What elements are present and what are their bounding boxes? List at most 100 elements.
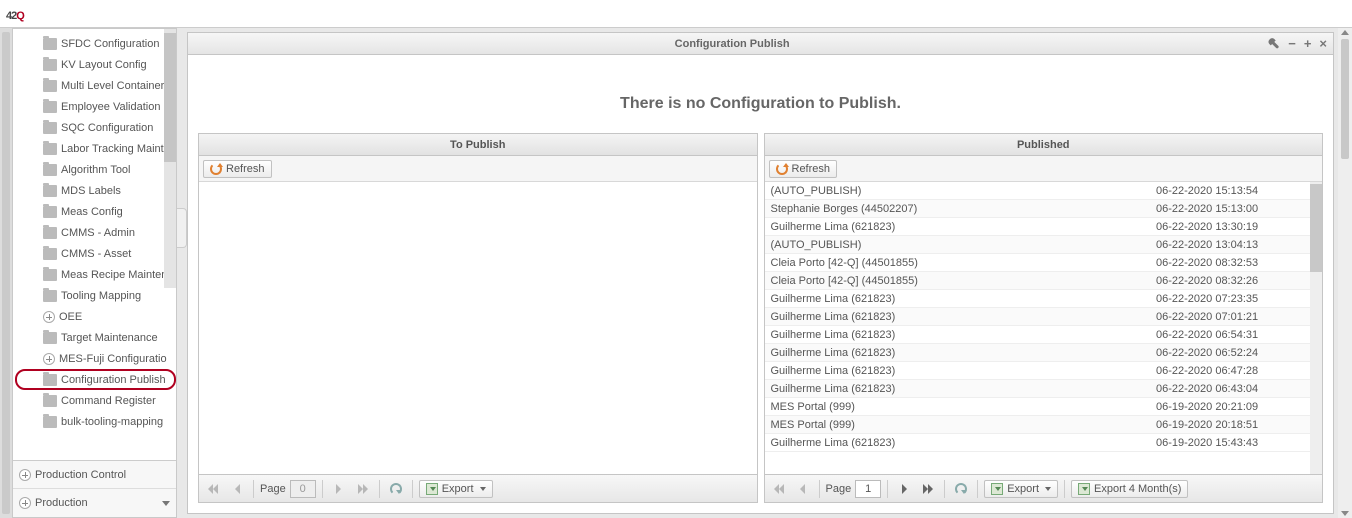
nav-item-sqc-configuration[interactable]: SQC Configuration: [15, 117, 176, 138]
nav-item-label: bulk-tooling-mapping: [61, 416, 163, 428]
wrench-icon[interactable]: [1268, 36, 1282, 50]
nav-item-meas-recipe-maintena[interactable]: Meas Recipe Maintena: [15, 264, 176, 285]
cell-timestamp: 06-22-2020 13:04:13: [1156, 239, 1316, 251]
main-panel: Configuration Publish − + × There is no …: [187, 32, 1334, 514]
page-input[interactable]: [290, 480, 316, 498]
nav-item-label: Target Maintenance: [61, 332, 158, 344]
last-page-button[interactable]: [918, 479, 938, 499]
nav-item-label: OEE: [59, 311, 82, 323]
table-row[interactable]: (AUTO_PUBLISH)06-22-2020 15:13:54: [765, 182, 1323, 200]
nav-item-label: Meas Config: [61, 206, 123, 218]
page-input[interactable]: [855, 480, 881, 498]
nav-item-label: CMMS - Admin: [61, 227, 135, 239]
caret-down-icon: [162, 501, 170, 506]
nav-item-cmms-asset[interactable]: CMMS - Asset: [15, 243, 176, 264]
plus-icon: [43, 311, 55, 323]
table-row[interactable]: MES Portal (999)06-19-2020 20:21:09: [765, 398, 1323, 416]
grid-body: [199, 182, 757, 474]
folder-icon: [43, 164, 57, 176]
nav-item-labor-tracking-mainte[interactable]: Labor Tracking Mainte: [15, 138, 176, 159]
prev-page-button[interactable]: [227, 479, 247, 499]
folder-icon: [43, 143, 57, 155]
next-page-button[interactable]: [329, 479, 349, 499]
grid-footer: Page Export: [199, 474, 757, 502]
table-row[interactable]: Cleia Porto [42-Q] (44501855)06-22-2020 …: [765, 254, 1323, 272]
table-row[interactable]: Guilherme Lima (621823)06-22-2020 06:54:…: [765, 326, 1323, 344]
table-row[interactable]: (AUTO_PUBLISH)06-22-2020 13:04:13: [765, 236, 1323, 254]
table-row[interactable]: MES Portal (999)06-19-2020 20:18:51: [765, 416, 1323, 434]
page-label: Page: [260, 483, 286, 495]
nav-item-target-maintenance[interactable]: Target Maintenance: [15, 327, 176, 348]
nav-item-bulk-tooling-mapping[interactable]: bulk-tooling-mapping: [15, 411, 176, 432]
last-page-button[interactable]: [353, 479, 373, 499]
nav-item-sfdc-configuration[interactable]: SFDC Configuration: [15, 33, 176, 54]
folder-icon: [43, 416, 57, 428]
minimize-button[interactable]: −: [1288, 37, 1296, 50]
table-row[interactable]: Guilherme Lima (621823)06-22-2020 07:23:…: [765, 290, 1323, 308]
table-row[interactable]: Cleia Porto [42-Q] (44501855)06-22-2020 …: [765, 272, 1323, 290]
sidebar: SFDC Configuration KV Layout Config Multi …: [12, 28, 177, 518]
folder-icon: [43, 185, 57, 197]
nav-item-cmms-admin[interactable]: CMMS - Admin: [15, 222, 176, 243]
refresh-button[interactable]: Refresh: [769, 160, 838, 178]
to-publish-grid: To Publish Refresh Page: [198, 133, 758, 503]
table-row[interactable]: Guilherme Lima (621823)06-22-2020 06:43:…: [765, 380, 1323, 398]
cell-timestamp: 06-22-2020 06:47:28: [1156, 365, 1316, 377]
prev-page-button[interactable]: [793, 479, 813, 499]
nav-item-command-register[interactable]: Command Register: [15, 390, 176, 411]
tree-scrollbar[interactable]: [164, 29, 176, 288]
export-button[interactable]: Export: [419, 480, 493, 498]
table-row[interactable]: Guilherme Lima (621823)06-22-2020 13:30:…: [765, 218, 1323, 236]
nav-item-multi-level-container[interactable]: Multi Level Container: [15, 75, 176, 96]
nav-item-oee[interactable]: OEE: [15, 306, 176, 327]
nav-item-kv-layout-config[interactable]: KV Layout Config: [15, 54, 176, 75]
maximize-button[interactable]: +: [1304, 37, 1312, 50]
nav-item-label: KV Layout Config: [61, 59, 147, 71]
close-button[interactable]: ×: [1319, 37, 1327, 50]
table-row[interactable]: Guilherme Lima (621823)06-22-2020 07:01:…: [765, 308, 1323, 326]
folder-icon: [43, 206, 57, 218]
plus-icon: [19, 469, 31, 481]
nav-item-label: Meas Recipe Maintena: [61, 269, 174, 281]
first-page-button[interactable]: [769, 479, 789, 499]
sidebar-collapse-handle[interactable]: [177, 28, 187, 518]
grid-scrollbar[interactable]: [1310, 182, 1322, 474]
nav-item-mds-labels[interactable]: MDS Labels: [15, 180, 176, 201]
reload-icon: [390, 483, 402, 495]
sidebar-footer-production-control[interactable]: Production Control: [13, 461, 176, 489]
next-page-button[interactable]: [894, 479, 914, 499]
cell-timestamp: 06-19-2020 20:21:09: [1156, 401, 1316, 413]
folder-icon: [43, 227, 57, 239]
export-icon: [426, 483, 438, 495]
export-4-months-button[interactable]: Export 4 Month(s): [1071, 480, 1188, 498]
refresh-button[interactable]: Refresh: [203, 160, 272, 178]
nav-item-configuration-publish[interactable]: Configuration Publish: [15, 369, 176, 390]
table-row[interactable]: Guilherme Lima (621823)06-22-2020 06:47:…: [765, 362, 1323, 380]
nav-tree: SFDC Configuration KV Layout Config Multi …: [13, 29, 176, 460]
nav-item-employee-validation-c[interactable]: Employee Validation C: [15, 96, 176, 117]
top-bar: 42Q: [0, 0, 1352, 28]
table-row[interactable]: Guilherme Lima (621823)06-22-2020 06:52:…: [765, 344, 1323, 362]
table-row[interactable]: Stephanie Borges (44502207)06-22-2020 15…: [765, 200, 1323, 218]
nav-item-tooling-mapping[interactable]: Tooling Mapping: [15, 285, 176, 306]
folder-icon: [43, 38, 57, 50]
folder-icon: [43, 374, 57, 386]
reload-icon: [955, 483, 967, 495]
folder-icon: [43, 59, 57, 71]
refresh-icon: [776, 163, 788, 175]
nav-item-meas-config[interactable]: Meas Config: [15, 201, 176, 222]
sidebar-footer-production[interactable]: Production: [13, 489, 176, 517]
plus-icon: [43, 353, 55, 365]
grid-header: Published: [765, 134, 1323, 156]
grid-toolbar: Refresh: [199, 156, 757, 182]
outer-left-scrollbar[interactable]: [0, 28, 12, 518]
nav-item-algorithm-tool[interactable]: Algorithm Tool: [15, 159, 176, 180]
outer-right-scrollbar[interactable]: [1338, 28, 1352, 518]
first-page-button[interactable]: [203, 479, 223, 499]
cell-timestamp: 06-22-2020 08:32:53: [1156, 257, 1316, 269]
reload-button[interactable]: [951, 479, 971, 499]
table-row[interactable]: Guilherme Lima (621823)06-19-2020 15:43:…: [765, 434, 1323, 452]
export-button[interactable]: Export: [984, 480, 1058, 498]
nav-item-mes-fuji-configuratio[interactable]: MES-Fuji Configuratio: [15, 348, 176, 369]
reload-button[interactable]: [386, 479, 406, 499]
